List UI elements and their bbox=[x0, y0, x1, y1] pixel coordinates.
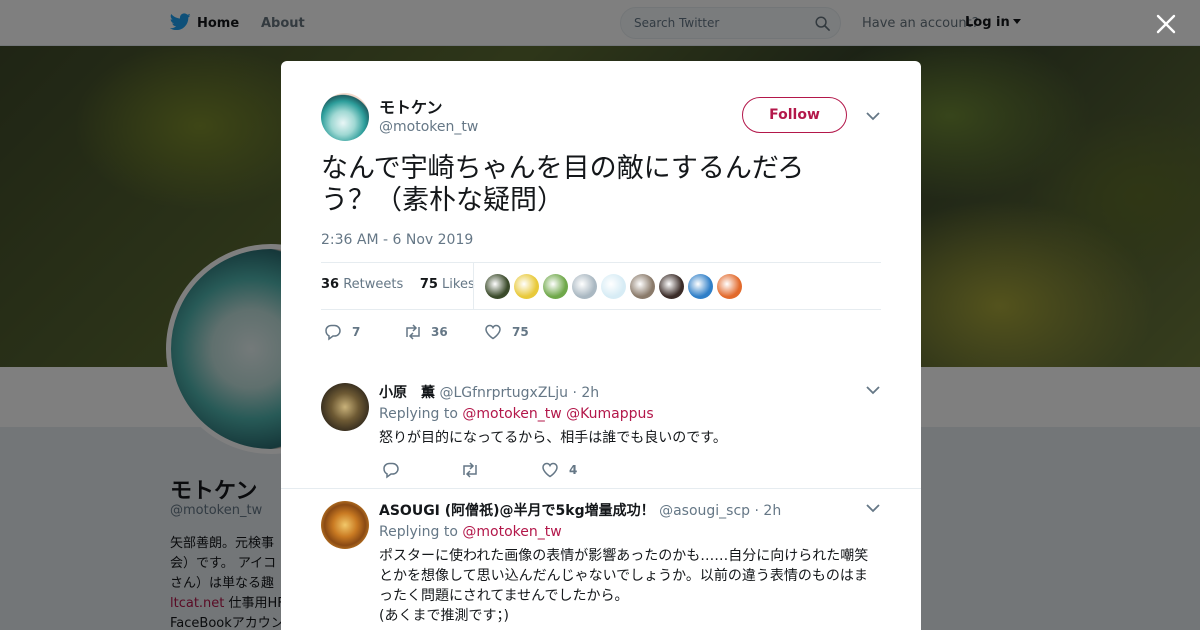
like-action[interactable]: 75 bbox=[484, 323, 554, 343]
retweets-label: Retweets bbox=[343, 277, 404, 292]
replying-label: Replying to bbox=[379, 524, 458, 540]
chevron-down-icon[interactable] bbox=[866, 112, 880, 121]
heart-icon bbox=[542, 462, 558, 478]
reply-avatar[interactable] bbox=[321, 501, 369, 549]
tweet-timestamp[interactable]: 2:36 AM - 6 Nov 2019 bbox=[321, 232, 473, 248]
close-icon[interactable] bbox=[1156, 14, 1176, 34]
divider bbox=[321, 309, 881, 310]
liker-avatar-8[interactable] bbox=[688, 274, 713, 299]
retweets-stat[interactable]: 36 Retweets bbox=[321, 277, 403, 292]
like-action[interactable]: 4 bbox=[541, 461, 601, 479]
liker-avatar-6[interactable] bbox=[630, 274, 655, 299]
reply-text-line: (あくまで推測です；) bbox=[379, 608, 509, 624]
likes-stat[interactable]: 75 Likes bbox=[420, 277, 475, 292]
author-name[interactable]: モトケン bbox=[379, 94, 443, 118]
mention-link[interactable]: @motoken_tw bbox=[462, 524, 561, 540]
reply-header: ASOUGI (阿僧祇)@半月で5kg増量成功！ @asougi_scp · 2… bbox=[379, 500, 781, 520]
liker-avatar-3[interactable] bbox=[543, 274, 568, 299]
mention-link[interactable]: @motoken_tw bbox=[462, 406, 561, 422]
reply-action[interactable] bbox=[382, 461, 422, 479]
liker-avatar-4[interactable] bbox=[572, 274, 597, 299]
retweet-count: 36 bbox=[431, 325, 448, 339]
mention-link[interactable]: @Kumappus bbox=[566, 406, 654, 422]
reply-time[interactable]: · 2h bbox=[755, 503, 782, 519]
replying-label: Replying to bbox=[379, 406, 458, 422]
replying-to: Replying to @motoken_tw bbox=[379, 524, 562, 540]
reply-author-name[interactable]: ASOUGI (阿僧祇)@半月で5kg増量成功！ bbox=[379, 503, 655, 519]
retweet-action[interactable]: 36 bbox=[403, 323, 473, 343]
tweet-modal: モトケン @motoken_tw Follow なんで宇崎ちゃんを目の敵にするん… bbox=[281, 61, 921, 630]
chevron-down-icon[interactable] bbox=[866, 504, 880, 513]
like-count: 75 bbox=[512, 325, 529, 339]
reply-text-line: とかを想像して思い込んだんじゃないでしょうか。以前の違う表情のものはま bbox=[379, 568, 868, 584]
author-avatar[interactable] bbox=[321, 93, 369, 141]
reply-text: ポスターに使われた画像の表情が影響あったのかも……自分に向けられた嘲笑 とかを想… bbox=[379, 546, 879, 626]
tweet-stats: 36 Retweets 75 Likes bbox=[321, 277, 475, 292]
reply-text: 怒りが目的になってるから、相手は誰でも良いのです。 bbox=[379, 430, 727, 446]
reply-author-name[interactable]: 小原 薫 bbox=[379, 385, 435, 401]
liker-avatar-2[interactable] bbox=[514, 274, 539, 299]
retweet-icon bbox=[406, 324, 420, 340]
reply-icon bbox=[383, 462, 399, 479]
liker-avatar-9[interactable] bbox=[717, 274, 742, 299]
reply-header: 小原 薫 @LGfnrprtugxZLju · 2h bbox=[379, 382, 599, 402]
likes-count: 75 bbox=[419, 277, 438, 292]
reply-text-line: ポスターに使われた画像の表情が影響あったのかも……自分に向けられた嘲笑 bbox=[379, 548, 869, 564]
reply-text-line: ったく問題にされてませんでしたから。 bbox=[379, 588, 629, 604]
reply-avatar[interactable] bbox=[321, 383, 369, 431]
reply-icon bbox=[325, 324, 341, 341]
reply-count: 7 bbox=[352, 325, 361, 339]
follow-button[interactable]: Follow bbox=[742, 97, 847, 133]
liker-avatar-5[interactable] bbox=[601, 274, 626, 299]
tweet-text: なんで宇崎ちゃんを目の敵にするんだろう？（素朴な疑問） bbox=[321, 153, 805, 216]
stats-separator bbox=[473, 263, 474, 309]
reply-author-handle[interactable]: @LGfnrprtugxZLju bbox=[439, 385, 568, 401]
reply-action[interactable]: 7 bbox=[324, 323, 394, 343]
heart-icon bbox=[485, 324, 501, 340]
divider bbox=[281, 488, 921, 489]
liker-avatar-7[interactable] bbox=[659, 274, 684, 299]
likes-label: Likes bbox=[442, 277, 475, 292]
retweet-icon bbox=[463, 462, 477, 478]
replying-to: Replying to @motoken_tw @Kumappus bbox=[379, 406, 654, 422]
author-handle[interactable]: @motoken_tw bbox=[379, 119, 478, 135]
reply-author-handle[interactable]: @asougi_scp bbox=[659, 503, 750, 519]
retweets-count: 36 bbox=[321, 277, 340, 292]
reply-time[interactable]: · 2h bbox=[572, 385, 599, 401]
divider bbox=[321, 262, 881, 263]
liker-avatar-1[interactable] bbox=[485, 274, 510, 299]
chevron-down-icon[interactable] bbox=[866, 386, 880, 395]
retweet-action[interactable] bbox=[460, 461, 500, 479]
like-count: 4 bbox=[569, 463, 578, 477]
